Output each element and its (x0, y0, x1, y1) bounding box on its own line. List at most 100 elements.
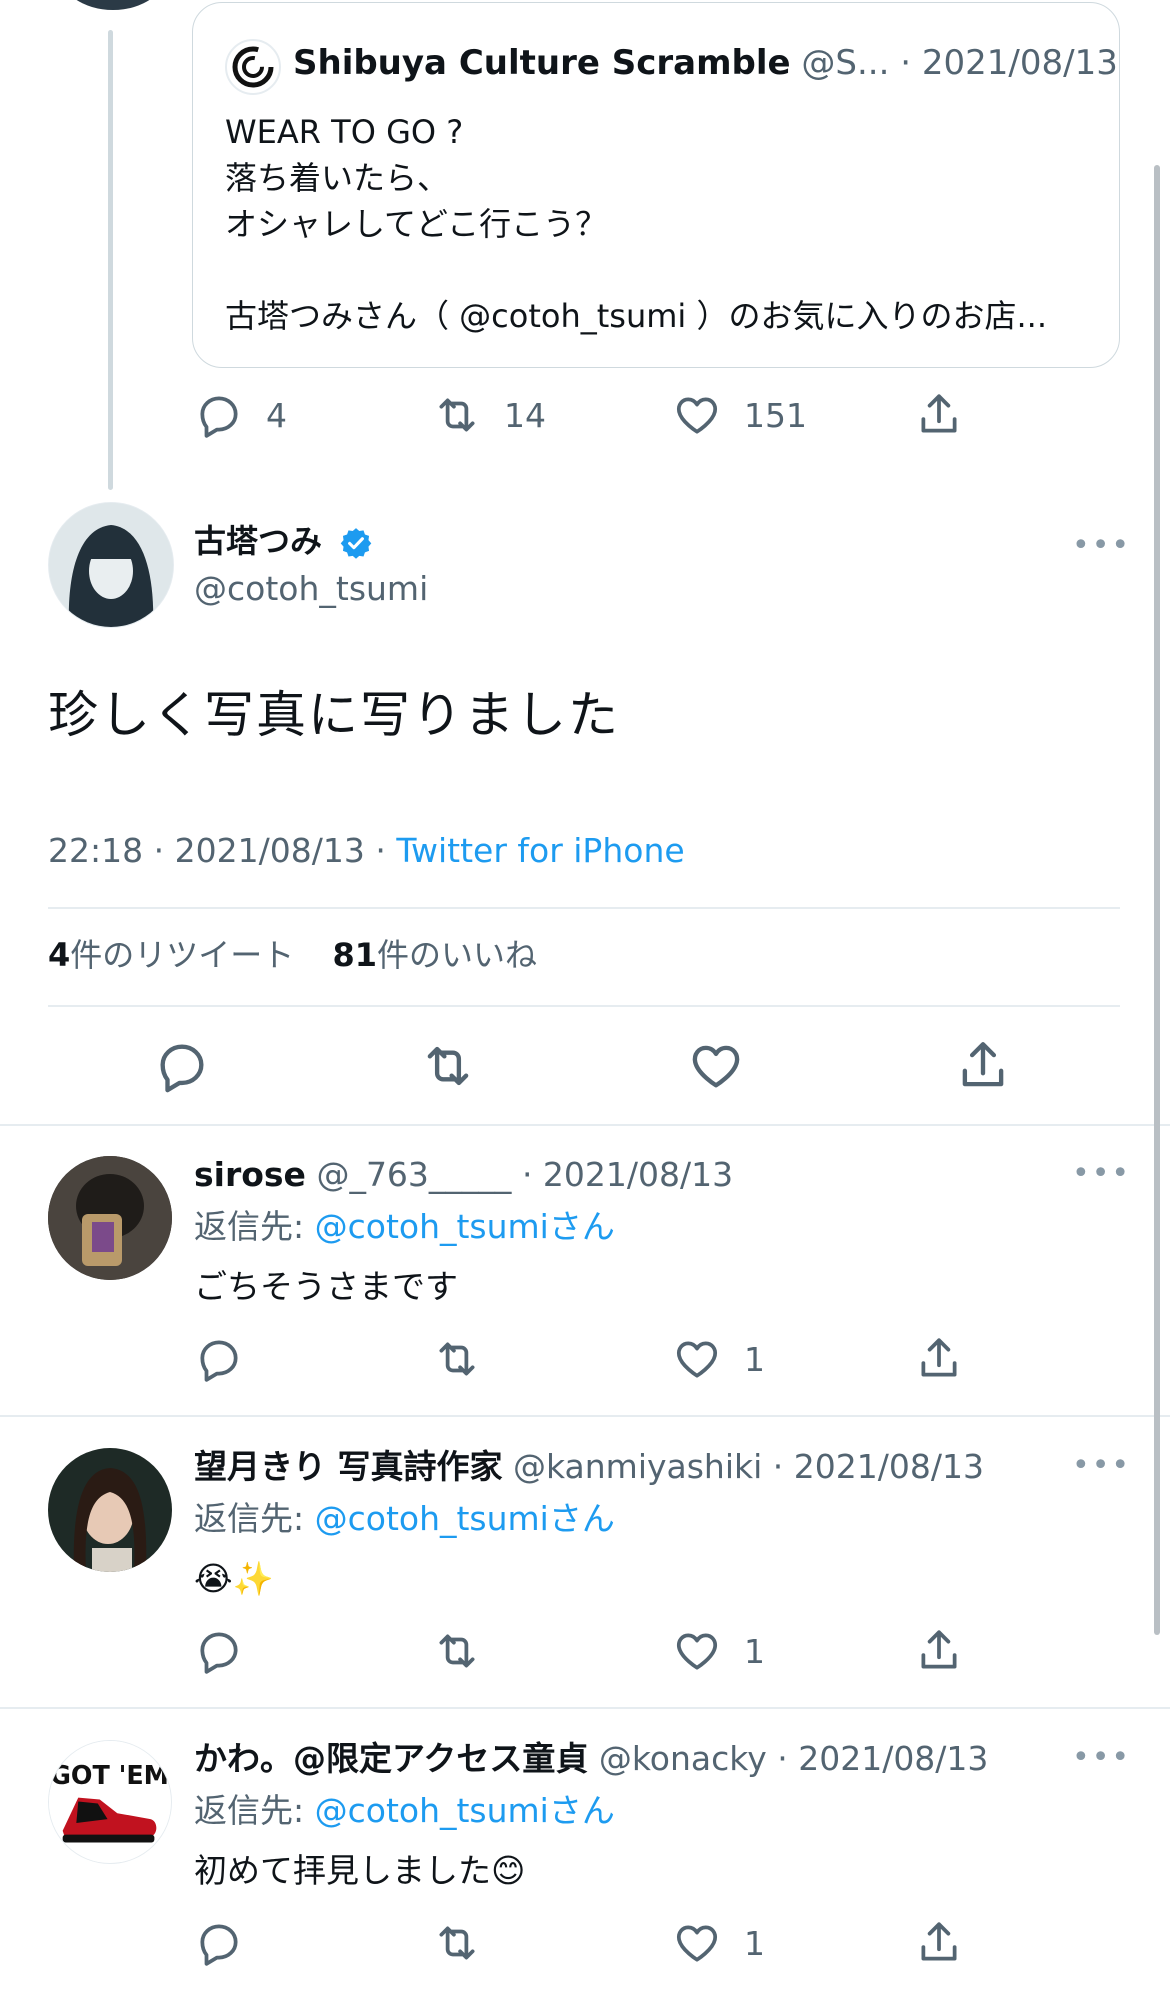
tweet-time: 22:18 (48, 831, 144, 870)
reply-icon (200, 1632, 238, 1674)
like-icon (676, 1633, 718, 1670)
like-button[interactable]: 1 (672, 1621, 765, 1681)
reply-author-handle[interactable]: @konacky (599, 1739, 767, 1778)
likes-stat[interactable]: 81件のいいね (332, 936, 537, 974)
tweet-metadata: 22:18 · 2021/08/13 · Twitter for iPhone (48, 826, 685, 876)
reply-icon (200, 1340, 238, 1382)
quoted-action-bar: 4 14 151 (0, 385, 1170, 445)
scramble-logo-icon (232, 46, 274, 88)
like-count: 1 (744, 1923, 765, 1963)
share-icon (921, 394, 957, 433)
main-author-name-row: 古塔つみ (194, 518, 373, 564)
reply-date: · 2021/08/13 (521, 1155, 734, 1194)
reply-date: · 2021/08/13 (777, 1739, 989, 1778)
like-icon (692, 1045, 740, 1088)
quoted-tweet-card[interactable]: Shibuya Culture Scramble @S... · 2021/08… (192, 2, 1120, 368)
reply-author-handle[interactable]: @kanmiyashiki (513, 1447, 762, 1486)
reply-text: ごちそうさまです (194, 1267, 458, 1306)
quoted-author-handle[interactable]: @S... (801, 43, 889, 83)
reply-button[interactable] (194, 1621, 244, 1681)
main-tweet-text: 珍しく写真に写りました (48, 686, 620, 744)
share-button[interactable] (954, 1034, 1012, 1098)
sneaker-avatar-image: GOT 'EM (49, 1741, 170, 1862)
like-count: 1 (744, 1339, 765, 1379)
reply-avatar[interactable]: GOT 'EM (48, 1740, 172, 1864)
verified-badge-icon (340, 528, 372, 559)
reply-button[interactable] (194, 1913, 244, 1973)
meta-separator: · (153, 831, 165, 870)
like-button[interactable] (687, 1034, 745, 1098)
reply-avatar[interactable] (48, 1156, 172, 1280)
more-icon[interactable]: ••• (1072, 1448, 1131, 1483)
reply-text: 初めて拝見しました😊 (194, 1851, 526, 1890)
likes-number: 81 (332, 936, 377, 974)
reply-count: 4 (266, 395, 287, 435)
retweet-button[interactable]: 14 (432, 385, 546, 445)
reply-to-mention[interactable]: @cotoh_tsumi (315, 1207, 549, 1246)
previous-tweet-avatar[interactable] (58, 0, 168, 10)
more-icon[interactable]: ••• (1072, 1156, 1131, 1191)
retweet-icon (439, 1926, 475, 1960)
reply-button[interactable] (194, 1329, 244, 1389)
engagement-counts: 4件のリツイート 81件のいいね (48, 930, 537, 980)
retweet-button[interactable] (419, 1034, 477, 1098)
quoted-author-name[interactable]: Shibuya Culture Scramble (293, 43, 791, 83)
main-action-bar (0, 1034, 1170, 1098)
reply-icon (200, 1924, 238, 1966)
retweet-button[interactable] (432, 1329, 482, 1389)
divider (48, 907, 1120, 909)
main-author-handle[interactable]: @cotoh_tsumi (194, 566, 428, 612)
share-icon (921, 1922, 957, 1961)
quoted-date: · 2021/08/13 (900, 43, 1118, 83)
reply-button[interactable] (153, 1034, 211, 1098)
share-icon (921, 1338, 957, 1377)
like-button[interactable]: 1 (672, 1913, 765, 1973)
reply-to-prefix: 返信先: (194, 1207, 315, 1246)
reply-author-name[interactable]: かわ。@限定アクセス童貞 (194, 1739, 588, 1778)
avatar-lettering: GOT 'EM (50, 1760, 169, 1790)
share-button[interactable] (914, 1621, 964, 1681)
retweets-number: 4 (48, 936, 71, 974)
reply-author-name[interactable]: 望月きり 写真詩作家 (194, 1447, 503, 1486)
avatar-photo (48, 1448, 172, 1572)
main-author-avatar[interactable] (48, 502, 174, 628)
like-count: 1 (744, 1631, 765, 1671)
reply-to-suffix: さん (548, 1499, 615, 1538)
retweets-label: 件のリツイート (70, 936, 295, 974)
scrollbar[interactable] (1154, 165, 1160, 1635)
reply-button[interactable]: 4 (194, 385, 287, 445)
more-icon[interactable]: ••• (1072, 528, 1131, 563)
reply-author-handle[interactable]: @_763_____ (316, 1155, 511, 1194)
retweet-icon (439, 398, 475, 432)
like-button[interactable]: 1 (672, 1329, 765, 1389)
retweet-icon (439, 1634, 475, 1668)
retweets-stat[interactable]: 4件のリツイート (48, 936, 294, 974)
reply-header: かわ。@限定アクセス童貞 @konacky · 2021/08/13 (194, 1736, 988, 1782)
divider (48, 1005, 1120, 1007)
reply-action-bar: 1 (0, 1621, 1170, 1681)
reply-to-prefix: 返信先: (194, 1791, 315, 1830)
reply-tweet[interactable]: sirose @_763_____ · 2021/08/13 ••• 返信先: … (0, 1124, 1170, 1416)
retweet-button[interactable] (432, 1621, 482, 1681)
reply-to-mention[interactable]: @cotoh_tsumi (315, 1499, 549, 1538)
share-button[interactable] (914, 1329, 964, 1389)
reply-icon (200, 396, 238, 438)
quoted-author-avatar[interactable] (225, 39, 281, 95)
reply-action-bar: 1 (0, 1329, 1170, 1389)
more-icon[interactable]: ••• (1072, 1740, 1131, 1775)
share-button[interactable] (914, 385, 964, 445)
like-button[interactable]: 151 (672, 385, 807, 445)
tweet-source-link[interactable]: Twitter for iPhone (396, 831, 684, 870)
reply-author-name[interactable]: sirose (194, 1155, 306, 1194)
reply-to: 返信先: @cotoh_tsumiさん (194, 1204, 615, 1250)
reply-tweet[interactable]: 望月きり 写真詩作家 @kanmiyashiki · 2021/08/13 ••… (0, 1416, 1170, 1708)
reply-header: 望月きり 写真詩作家 @kanmiyashiki · 2021/08/13 (194, 1444, 984, 1490)
retweet-button[interactable] (432, 1913, 482, 1973)
reply-to-mention[interactable]: @cotoh_tsumi (315, 1791, 549, 1830)
reply-avatar[interactable] (48, 1448, 172, 1572)
share-button[interactable] (914, 1913, 964, 1973)
main-author-name[interactable]: 古塔つみ (194, 522, 322, 560)
reply-header: sirose @_763_____ · 2021/08/13 (194, 1152, 733, 1198)
reply-to: 返信先: @cotoh_tsumiさん (194, 1788, 615, 1834)
reply-tweet[interactable]: GOT 'EM かわ。@限定アクセス童貞 @konacky · 2021/08/… (0, 1708, 1170, 2003)
